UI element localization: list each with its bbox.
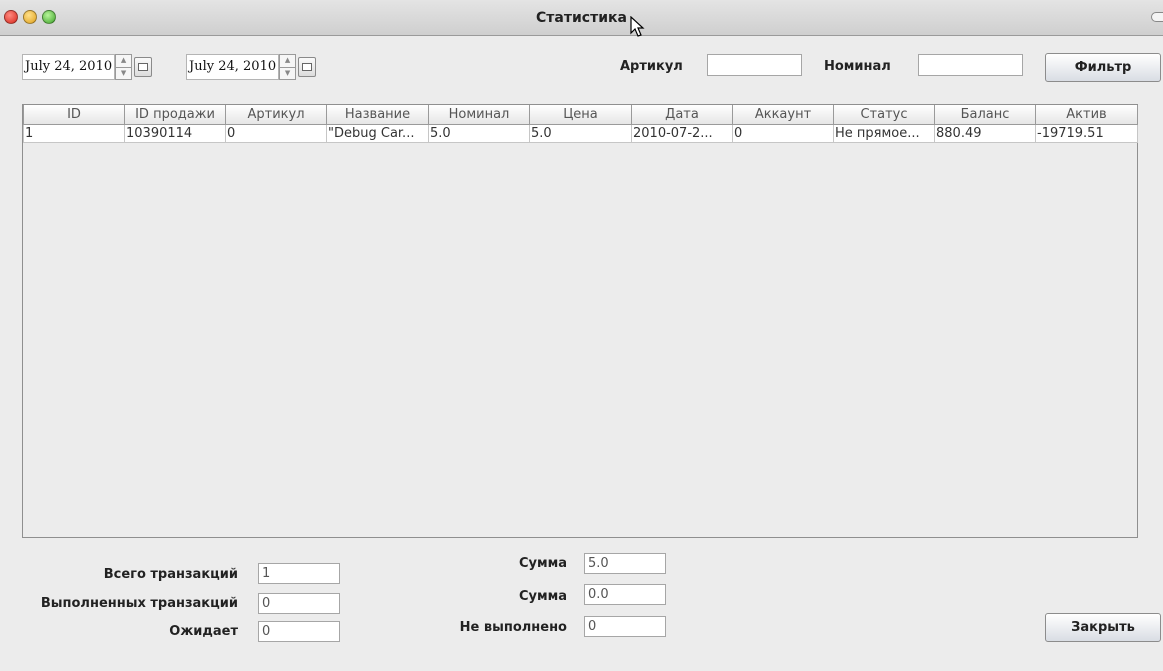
table-cell[interactable]: 5.0 [428, 124, 530, 143]
column-header-balance[interactable]: Баланс [934, 105, 1036, 125]
total-transactions-field[interactable]: 1 [258, 563, 340, 584]
sum-label: Сумма [518, 556, 567, 571]
completed-transactions-label: Выполненных транзакций [40, 596, 238, 611]
table-cell[interactable]: Не прямое... [833, 124, 935, 143]
article-label: Артикул [620, 59, 683, 74]
date-to-picker: July 24, 2010 ▲ ▼ [186, 54, 317, 80]
table-cell[interactable]: 5.0 [529, 124, 632, 143]
not-done-label: Не выполнено [459, 620, 567, 635]
table-cell[interactable]: 0 [732, 124, 834, 143]
date-from-picker: July 24, 2010 ▲ ▼ [22, 54, 153, 80]
spinner-down-icon[interactable]: ▼ [280, 68, 295, 80]
table-header-row: ID ID продажи Артикул Название Номинал Ц… [23, 105, 1138, 125]
column-header-status[interactable]: Статус [833, 105, 935, 125]
spinner-up-icon[interactable]: ▲ [280, 55, 296, 68]
completed-transactions-field[interactable]: 0 [258, 593, 340, 614]
column-header-article[interactable]: Артикул [225, 105, 327, 125]
column-header-sale-id[interactable]: ID продажи [124, 105, 226, 125]
table-cell[interactable]: 2010-07-2... [631, 124, 733, 143]
column-header-name[interactable]: Название [326, 105, 429, 125]
spinner-up-icon[interactable]: ▲ [116, 55, 132, 68]
table-cell[interactable]: 880.49 [934, 124, 1036, 143]
column-header-price[interactable]: Цена [529, 105, 632, 125]
column-header-date[interactable]: Дата [631, 105, 733, 125]
pending-field[interactable]: 0 [258, 621, 340, 642]
pending-label: Ожидает [169, 624, 238, 639]
table-cell[interactable]: 10390114 [124, 124, 226, 143]
spinner-down-icon[interactable]: ▼ [116, 68, 131, 80]
date-from-field[interactable]: July 24, 2010 [22, 54, 116, 80]
not-done-field[interactable]: 0 [584, 616, 666, 637]
close-button[interactable]: Закрыть [1045, 613, 1161, 642]
calendar-icon[interactable] [298, 57, 317, 77]
total-transactions-label: Всего транзакций [103, 567, 238, 582]
sum-label-2: Сумма [518, 589, 567, 604]
calendar-icon[interactable] [134, 57, 153, 77]
column-header-active[interactable]: Актив [1035, 105, 1138, 125]
date-to-spinner[interactable]: ▲ ▼ [279, 54, 297, 80]
column-header-account[interactable]: Аккаунт [732, 105, 834, 125]
table-cell[interactable]: 1 [23, 124, 125, 143]
filter-button[interactable]: Фильтр [1045, 53, 1161, 82]
toolbar-toggle-icon[interactable] [1151, 12, 1163, 22]
table-row[interactable]: 1 10390114 0 "Debug Car... 5.0 5.0 2010-… [23, 124, 1138, 143]
title-bar: Статистика [0, 0, 1163, 36]
sum-field-2[interactable]: 0.0 [584, 584, 666, 605]
window-title: Статистика [536, 10, 627, 26]
transactions-table[interactable]: ID ID продажи Артикул Название Номинал Ц… [22, 104, 1138, 538]
column-header-nominal[interactable]: Номинал [428, 105, 530, 125]
mouse-cursor-icon [630, 16, 645, 37]
nominal-label: Номинал [824, 59, 891, 74]
table-cell[interactable]: 0 [225, 124, 327, 143]
nominal-input[interactable] [918, 54, 1023, 76]
table-cell[interactable]: -19719.51 [1035, 124, 1138, 143]
table-cell[interactable]: "Debug Car... [326, 124, 429, 143]
sum-field[interactable]: 5.0 [584, 553, 666, 574]
date-to-field[interactable]: July 24, 2010 [186, 54, 280, 80]
date-from-spinner[interactable]: ▲ ▼ [115, 54, 133, 80]
column-header-id[interactable]: ID [23, 105, 125, 125]
article-input[interactable] [707, 54, 802, 76]
